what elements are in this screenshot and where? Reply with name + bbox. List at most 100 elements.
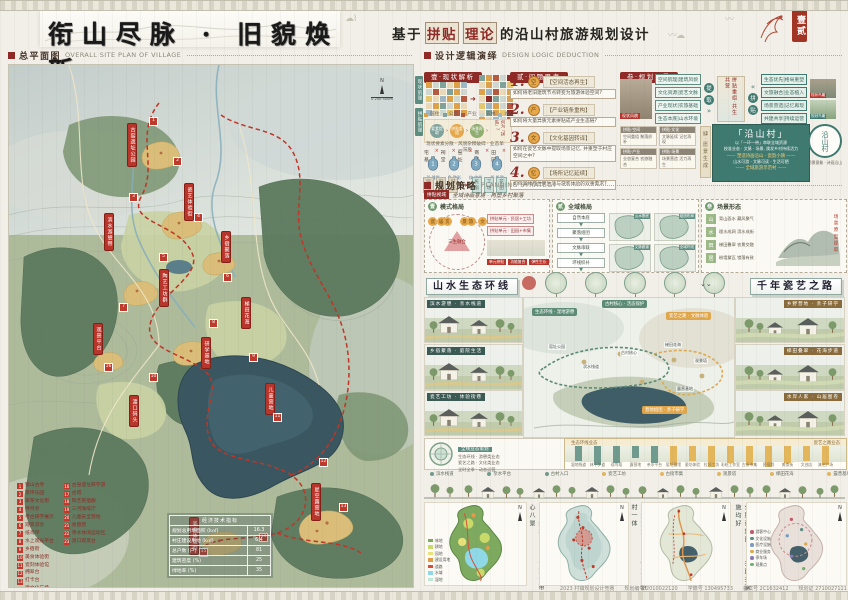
legend-item: 13打卡台: [17, 578, 54, 585]
aerial-place-label: 梯田花海: [664, 342, 682, 348]
map-label: 古窑遗址公园: [127, 123, 137, 167]
legend-number: 19: [64, 507, 70, 513]
panel-number-seal: 壹贰: [792, 9, 807, 42]
scene-caption: 水岸人家 · 山居图卷: [784, 393, 842, 401]
map-label: 陶艺工坊群: [159, 269, 169, 307]
coin-icon: 空: [528, 76, 540, 88]
texture-cell: [454, 89, 460, 95]
legend-dot-icon: [545, 472, 549, 476]
legend-number: 1: [17, 483, 23, 489]
elevation-label: 滨水栈道: [430, 471, 454, 477]
question-item: 3. 文 【文化基因转译】 如何在瓷艺文脉中提取场景记忆, 并重塑于村庄空间之中…: [510, 131, 616, 161]
indicator-value: 81: [248, 546, 271, 556]
map-marker: 16: [104, 363, 113, 372]
map-label: 研学基地: [201, 337, 211, 369]
legend-number: 6: [17, 523, 23, 529]
credit-item: 规划证 2710027111: [799, 585, 847, 592]
legend-item: 1狼山古寺: [17, 483, 54, 490]
structure-map: N: [539, 502, 629, 586]
bar: [803, 446, 810, 461]
texture-cell: [447, 96, 453, 102]
legend-swatch: [428, 539, 433, 543]
birds-icon: ⌄⌄: [700, 280, 712, 288]
legend-label: 伴月亭: [25, 507, 39, 514]
legend-number: 20: [64, 515, 70, 521]
aerial-callout: 瓷艺之路 · 文脉体验: [666, 312, 711, 320]
panel-title: 贰 全域格局: [556, 202, 695, 211]
legend-swatch: [461, 113, 465, 117]
texture-cell: [440, 82, 446, 88]
legend-label: 三河咖啡厅: [72, 507, 96, 514]
map-label: 儿童营地: [265, 383, 275, 415]
banner-left-title: 山水生态环线: [426, 278, 518, 295]
legend-number: 4: [17, 507, 23, 513]
legend-number: 5: [17, 515, 23, 521]
texture-grid-existing: [426, 82, 467, 116]
map-marker: 3: [129, 193, 138, 202]
legend-item: 4伴月亭: [17, 507, 54, 514]
section-title-en: PLANNING STRATEGY: [481, 181, 557, 189]
vision-statement-box: 「沿山村」 以「一环一带」串联全域资源 校准业态 · 文脉 · 场景, 焕发乡村…: [712, 124, 810, 182]
svg-text:1: 1: [431, 162, 434, 168]
emblem-circle: 沿山村: [808, 124, 842, 158]
cloud-doodle-icon: ☁⌇: [345, 14, 356, 24]
legend-dot-icon: [487, 472, 491, 476]
coin-icon: 文: [528, 132, 540, 144]
legend-item: 停车场: [750, 555, 771, 561]
legend-swatch: [428, 565, 433, 569]
indicator-value: 6.4: [248, 536, 271, 546]
attribute-pair: 文化资源|瓷艺文脉: [655, 87, 701, 98]
legend-item: 林地: [428, 538, 450, 544]
business-line: 瓷艺之路 · 文化类业态: [458, 460, 500, 466]
legend-label: 亲水休闲运动区: [72, 531, 106, 538]
x-label: 民宿群: [759, 462, 778, 468]
landuse-map: 林地耕地园地建设用地道路水域湿地 N: [424, 502, 527, 586]
border-pattern-bottom: [0, 591, 848, 600]
bar: [575, 446, 582, 461]
north-needle-icon: [620, 512, 624, 521]
legend-label: 美食体验街: [25, 555, 49, 562]
legend-item: 5考古研学展示: [17, 515, 54, 522]
map-marker: 5: [159, 253, 168, 262]
callout-chip: 拼贴单元 · 民居+工坊: [487, 214, 534, 224]
legend-dot-icon: [750, 537, 754, 541]
legend-number: 11: [17, 563, 23, 569]
table-row: 绿地率 (%)35: [170, 566, 271, 576]
tag: 功能复合: [508, 259, 527, 265]
vision-left-boxes: 空间肌理|建筑风貌文化资源|瓷艺文脉产业现状|农旅基础生态本底|山水环境: [655, 74, 701, 124]
legend-swatch: [480, 113, 484, 117]
texture-cell: [454, 82, 460, 88]
texture-cell: [433, 103, 439, 109]
coin-icon: 产: [528, 104, 540, 116]
logic-col-status: 壹·现状解析 现状肌理拼贴肌理 ➜ 居住公服产业农林水域 要素提取›拼贴重组›场…: [424, 64, 506, 176]
legend-number: 7: [17, 531, 23, 537]
dotted-leader: [187, 54, 412, 56]
poster: 衔山尽脉 · 旧貌焕新 基于 拼贴 理论 的沿山村旅游规划设计 ☁⌇ 〰☁ 〰 …: [0, 0, 848, 600]
question-item: 2. 产 【产业链条重构】 如何将大量异质元素拼贴成产业生态链?: [510, 103, 616, 127]
question-head: 4. 忆 【场所记忆延续】: [510, 166, 616, 180]
legend-swatch: [428, 552, 433, 556]
strategy-panel-structure: 贰 全域格局 自然本底▼聚落组团▼文脉串联▼环线织补▼ 山水基底 组团布局: [552, 199, 699, 273]
chart-xlabels: 湿地栈道林下步道观鸟塔露营地亲水平台窑址展馆瓷坊体验拉坯工坊彩绘工作室古街市集民…: [565, 462, 846, 468]
aerial-place-label: 观景塔: [694, 358, 708, 364]
mini-map: 山水基底: [609, 213, 651, 241]
table-row: 建筑密度 (%)25: [170, 556, 271, 566]
section-title-cn: 总平面图: [19, 49, 61, 62]
texture-cell: [440, 103, 446, 109]
legend-item: 23渡口观景台: [64, 539, 106, 546]
program-gantt-chart: 生态环线业态 瓷艺之路业态 湿地栈道林下步道观鸟塔露营地亲水平台窑址展馆瓷坊体验…: [564, 438, 847, 470]
map-marker: 4: [194, 213, 203, 222]
legend-item: 2草坪乐园: [17, 491, 54, 498]
texture-cell: [447, 103, 453, 109]
border-pattern-top: [0, 0, 848, 11]
era-vignette-icon: [585, 272, 607, 294]
legend-item: 耕地: [428, 544, 450, 550]
side-tab-group: 现状肌理拼贴肌理: [415, 76, 423, 136]
texture-cell: [500, 103, 506, 109]
texture-cell: [454, 96, 460, 102]
texture-cell: [461, 103, 467, 109]
flow-node: 场景再生: [470, 124, 484, 138]
question-text: 如何将老旧建筑节点转变为旅游体验空间?: [510, 89, 616, 99]
north-arrow: N 0 250 500m: [371, 79, 393, 102]
texture-cell: [500, 82, 506, 88]
